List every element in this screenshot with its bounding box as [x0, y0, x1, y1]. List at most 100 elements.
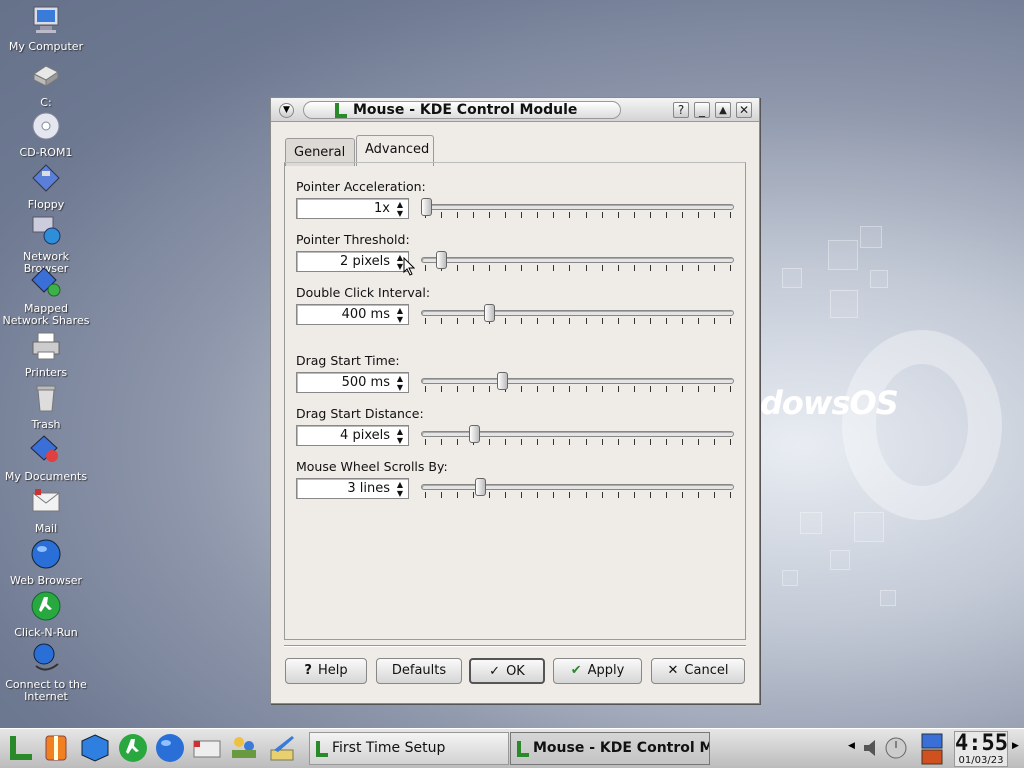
- slider-tick: [634, 265, 635, 271]
- spin-up-arrow-icon[interactable]: ▲: [394, 427, 406, 436]
- slider-tick: [521, 212, 522, 218]
- slider-handle[interactable]: [497, 372, 508, 390]
- slider-handle[interactable]: [484, 304, 495, 322]
- slider-tick: [602, 492, 603, 498]
- mouse-wheel-scrolls-spinbox[interactable]: 3 lines ▲ ▼: [296, 478, 409, 499]
- spin-up-arrow-icon[interactable]: ▲: [394, 374, 406, 383]
- close-button[interactable]: ✕: [736, 102, 752, 118]
- tray-arrow-icon[interactable]: ◀: [848, 741, 855, 751]
- slider-tick: [666, 265, 667, 271]
- slider-tick: [441, 386, 442, 392]
- task-mouse-control-module[interactable]: Mouse - KDE Control Mo: [510, 732, 710, 765]
- desktop-icon-label: My Computer: [8, 40, 84, 53]
- drag-start-time-slider[interactable]: [421, 372, 734, 396]
- drag-start-time-spinbox[interactable]: 500 ms ▲ ▼: [296, 372, 409, 393]
- spin-down-arrow-icon[interactable]: ▼: [394, 315, 406, 324]
- click-n-run-taskbar-icon[interactable]: [117, 732, 149, 764]
- minimize-button[interactable]: _: [694, 102, 710, 118]
- drag-start-distance-slider[interactable]: [421, 425, 734, 449]
- desktop-icon-c-drive[interactable]: C:: [1, 60, 91, 109]
- life-vest-icon[interactable]: [40, 732, 72, 764]
- desktop-icon-trash[interactable]: Trash: [1, 382, 91, 431]
- slider-track[interactable]: [421, 378, 734, 384]
- slider-tick: [537, 439, 538, 445]
- window-menu-button[interactable]: ▼: [279, 103, 294, 118]
- slider-track[interactable]: [421, 310, 734, 316]
- desktop-icon-web-browser[interactable]: Web Browser: [1, 538, 91, 587]
- desktop-icon-printers[interactable]: Printers: [1, 330, 91, 379]
- help-title-button[interactable]: ?: [673, 102, 689, 118]
- web-browser-taskbar-icon[interactable]: [154, 732, 186, 764]
- taskbar-clock[interactable]: 4:55 01/03/23: [954, 731, 1008, 767]
- kde-start-menu-icon[interactable]: [4, 732, 36, 764]
- slider-handle[interactable]: [421, 198, 432, 216]
- cancel-button[interactable]: ✕ Cancel: [651, 658, 745, 684]
- help-button[interactable]: ? Help: [285, 658, 367, 684]
- slider-track[interactable]: [421, 431, 734, 437]
- double-click-interval-value: 400 ms: [341, 307, 390, 322]
- desktop-icon-label: Floppy: [27, 198, 65, 211]
- window-titlebar[interactable]: ▼ Mouse - KDE Control Module ? _ ▲ ✕: [271, 98, 759, 122]
- pointer-threshold-slider[interactable]: [421, 251, 734, 275]
- slider-tick: [569, 212, 570, 218]
- maximize-button[interactable]: ▲: [715, 102, 731, 118]
- desktop-icon-label: Click-N-Run: [14, 626, 78, 639]
- mail-taskbar-icon[interactable]: [191, 732, 223, 764]
- volume-icon[interactable]: [862, 737, 882, 759]
- help-button-label: Help: [317, 663, 348, 678]
- slider-handle[interactable]: [475, 478, 486, 496]
- slider-handle[interactable]: [469, 425, 480, 443]
- clock-tray-icon[interactable]: [885, 737, 907, 759]
- spin-down-arrow-icon[interactable]: ▼: [394, 489, 406, 498]
- pointer-acceleration-slider[interactable]: [421, 198, 734, 222]
- spin-up-arrow-icon[interactable]: ▲: [394, 200, 406, 209]
- slider-track[interactable]: [421, 484, 734, 490]
- spin-up-arrow-icon[interactable]: ▲: [394, 306, 406, 315]
- spin-down-arrow-icon[interactable]: ▼: [394, 383, 406, 392]
- edit-brush-icon[interactable]: [266, 732, 298, 764]
- slider-track[interactable]: [421, 204, 734, 210]
- double-click-interval-slider[interactable]: [421, 304, 734, 328]
- ok-button[interactable]: ✓ OK: [469, 658, 545, 684]
- desktop-icon-connect-internet[interactable]: Connect to the Internet: [1, 642, 91, 703]
- desktop-icon-my-computer[interactable]: My Computer: [1, 4, 91, 53]
- slider-tick: [521, 492, 522, 498]
- apply-button[interactable]: ✔ Apply: [553, 658, 642, 684]
- package-cube-icon[interactable]: [79, 732, 111, 764]
- desktop-icon-floppy[interactable]: Floppy: [1, 162, 91, 211]
- slider-tick: [473, 212, 474, 218]
- slider-tick: [602, 439, 603, 445]
- pointer-acceleration-spinbox[interactable]: 1x ▲ ▼: [296, 198, 409, 219]
- slider-tick: [730, 492, 731, 498]
- mouse-wheel-scrolls-slider[interactable]: [421, 478, 734, 502]
- slider-ticks: [425, 318, 731, 324]
- task-first-time-setup[interactable]: First Time Setup: [309, 732, 509, 765]
- desktop-icon-label: Web Browser: [9, 574, 83, 587]
- lock-logout-icon[interactable]: [920, 732, 944, 766]
- desktop-icon-mapped-shares[interactable]: Mapped Network Shares: [1, 266, 91, 327]
- slider-tick: [698, 439, 699, 445]
- desktop-icon-cdrom[interactable]: CD-ROM1: [1, 110, 91, 159]
- people-network-icon[interactable]: [228, 732, 260, 764]
- pointer-threshold-spinbox[interactable]: 2 pixels ▲ ▼: [296, 251, 409, 272]
- spin-down-arrow-icon[interactable]: ▼: [394, 209, 406, 218]
- slider-tick: [489, 492, 490, 498]
- slider-tick: [505, 212, 506, 218]
- slider-handle[interactable]: [436, 251, 447, 269]
- slider-tick: [473, 386, 474, 392]
- desktop-decor-square: [854, 512, 884, 542]
- desktop-icon-mail[interactable]: Mail: [1, 486, 91, 535]
- double-click-interval-spinbox[interactable]: 400 ms ▲ ▼: [296, 304, 409, 325]
- mouse-control-module-window: ▼ Mouse - KDE Control Module ? _ ▲ ✕ Gen…: [270, 97, 760, 704]
- desktop-decor-square: [860, 226, 882, 248]
- slider-tick: [682, 439, 683, 445]
- spin-down-arrow-icon[interactable]: ▼: [394, 436, 406, 445]
- taskbar-scroll-arrow-icon[interactable]: ▶: [1012, 741, 1019, 751]
- desktop-icon-click-n-run[interactable]: Click-N-Run: [1, 590, 91, 639]
- spin-up-arrow-icon[interactable]: ▲: [394, 480, 406, 489]
- slider-tick: [730, 439, 731, 445]
- defaults-button[interactable]: Defaults: [376, 658, 462, 684]
- drag-start-distance-spinbox[interactable]: 4 pixels ▲ ▼: [296, 425, 409, 446]
- slider-track[interactable]: [421, 257, 734, 263]
- desktop-icon-my-documents[interactable]: My Documents: [1, 434, 91, 483]
